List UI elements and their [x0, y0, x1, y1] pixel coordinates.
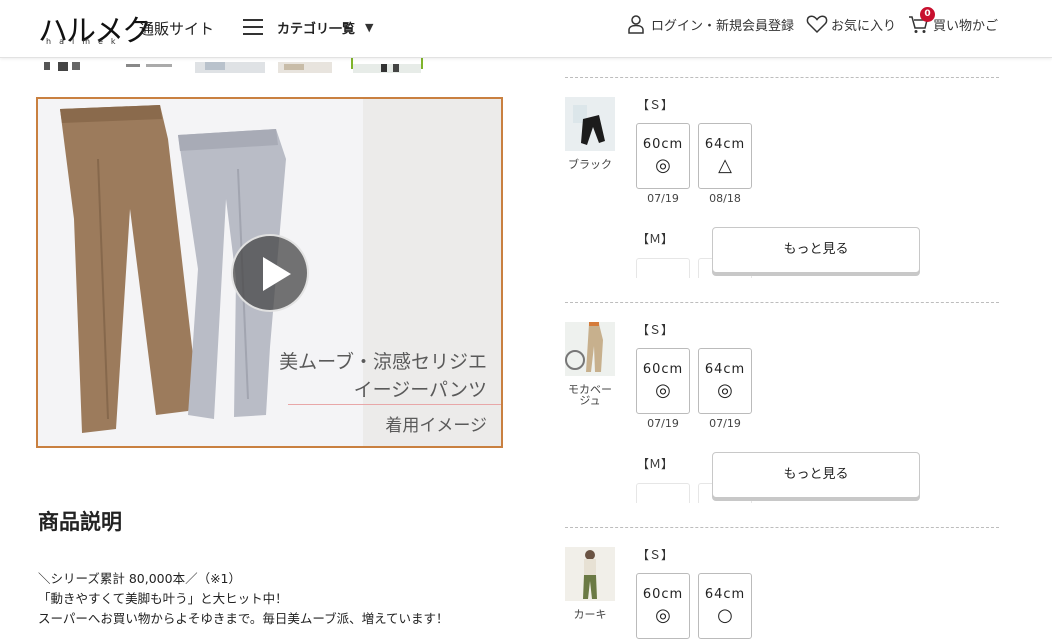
description-heading: 商品説明	[38, 510, 122, 534]
category-menu-button[interactable]: カテゴリ一覧 ▼	[243, 15, 373, 39]
color-row-mocha-beige: モカベージュ 【Ｓ】 60cm ◎ 64cm ◎ 07/19 07/19 【Ｍ】…	[565, 302, 999, 527]
size-option-button[interactable]: 60cm ◎	[636, 573, 690, 639]
logo-sub-text: 通販サイト	[139, 20, 215, 38]
product-video[interactable]: 美ムーブ・涼感セリジエ イージーパンツ 着用イメージ	[36, 97, 503, 448]
login-label: ログイン・新規会員登録	[650, 18, 794, 34]
stock-mark: ○	[717, 605, 733, 626]
pants-illustration	[60, 105, 286, 433]
delivery-date: 07/19	[647, 192, 679, 205]
size-m-label: 【Ｍ】	[637, 457, 674, 471]
favorites-link[interactable]: お気に入り	[806, 14, 896, 34]
caret-down-icon: ▼	[365, 20, 374, 34]
size-option-button[interactable]: 64cm ◎	[698, 348, 752, 414]
color-swatch-black[interactable]	[565, 97, 615, 151]
show-more-button[interactable]: もっと見る	[712, 452, 920, 498]
description-line: スーパーへお買い物からよそゆきまで。毎日美ムーブ派、増えています！	[38, 611, 449, 626]
color-name-label: モカベージュ	[568, 383, 612, 407]
heart-icon	[806, 14, 828, 34]
color-row-khaki: カーキ 【Ｓ】 60cm ◎ 64cm ○	[565, 527, 999, 641]
size-s-label: 【Ｓ】	[637, 98, 674, 112]
stock-mark: ◎	[655, 155, 671, 176]
hamburger-icon	[243, 19, 263, 35]
header-nav: ログイン・新規会員登録 お気に入り 0 買い物かご	[614, 7, 998, 34]
length-label: 60cm	[642, 587, 684, 602]
video-title-line1: 美ムーブ・涼感セリジエ	[279, 351, 487, 373]
length-label: 64cm	[704, 137, 746, 152]
size-s-label: 【Ｓ】	[637, 548, 674, 562]
product-thumbnail[interactable]	[195, 58, 265, 73]
size-option-button[interactable]: 64cm ○	[698, 573, 752, 639]
length-label: 60cm	[642, 137, 684, 152]
product-thumbnail-selected[interactable]	[351, 58, 423, 73]
cart-label: 買い物かご	[932, 18, 998, 34]
video-divider	[288, 404, 501, 405]
product-thumbnail[interactable]	[278, 58, 332, 73]
login-link[interactable]: ログイン・新規会員登録	[626, 14, 794, 34]
delivery-date: 07/19	[647, 417, 679, 430]
color-name-label: ブラック	[568, 158, 612, 171]
size-option-button[interactable]: 64cm △	[698, 123, 752, 189]
description-text: ＼シリーズ累計 80,000本／（※1） 「動きやすくて美脚も叶う」と大ヒット中…	[38, 569, 508, 629]
size-m-label: 【Ｍ】	[637, 232, 674, 246]
size-option-faded	[636, 483, 690, 503]
length-label: 60cm	[642, 362, 684, 377]
color-swatch-mocha-beige[interactable]	[565, 322, 615, 376]
cart-count-badge: 0	[919, 7, 935, 22]
length-label: 64cm	[704, 587, 746, 602]
description-line: ＼シリーズ累計 80,000本／（※1）	[38, 571, 242, 586]
size-option-button[interactable]: 60cm ◎	[636, 123, 690, 189]
stock-mark: △	[718, 155, 732, 176]
play-button[interactable]	[231, 234, 309, 312]
size-option-button[interactable]: 60cm ◎	[636, 348, 690, 414]
stock-mark: ◎	[717, 380, 733, 401]
site-header: ハルメク 通販サイト halmek カテゴリ一覧 ▼ ログイン・新規会員登録 お…	[0, 0, 1052, 58]
cart-link[interactable]: 0 買い物かご	[908, 7, 998, 34]
product-thumbnail[interactable]	[120, 58, 180, 69]
stock-mark: ◎	[655, 605, 671, 626]
color-name-label: カーキ	[573, 608, 607, 621]
delivery-date: 07/19	[709, 417, 741, 430]
size-s-label: 【Ｓ】	[637, 323, 674, 337]
color-row-black: ブラック 【Ｓ】 60cm ◎ 64cm △ 07/19 08/18 【Ｍ】 も…	[565, 77, 999, 302]
stock-mark: ◎	[655, 380, 671, 401]
thumbnail-strip	[40, 58, 430, 73]
show-more-button[interactable]: もっと見る	[712, 227, 920, 273]
video-title-line2: イージーパンツ	[353, 379, 487, 401]
delivery-date: 08/18	[709, 192, 741, 205]
site-logo[interactable]: ハルメク 通販サイト halmek	[38, 6, 218, 49]
user-icon	[626, 14, 646, 34]
description-line: 「動きやすくて美脚も叶う」と大ヒット中！	[38, 591, 288, 606]
favorites-label: お気に入り	[830, 18, 896, 34]
cart-icon: 0	[908, 7, 935, 34]
category-menu-label: カテゴリ一覧	[277, 21, 356, 37]
product-thumbnail[interactable]	[40, 58, 92, 71]
video-subtitle: 着用イメージ	[385, 416, 487, 436]
size-option-faded	[636, 258, 690, 278]
logo-roman-text: halmek	[46, 37, 124, 46]
color-swatch-khaki[interactable]	[565, 547, 615, 601]
length-label: 64cm	[704, 362, 746, 377]
